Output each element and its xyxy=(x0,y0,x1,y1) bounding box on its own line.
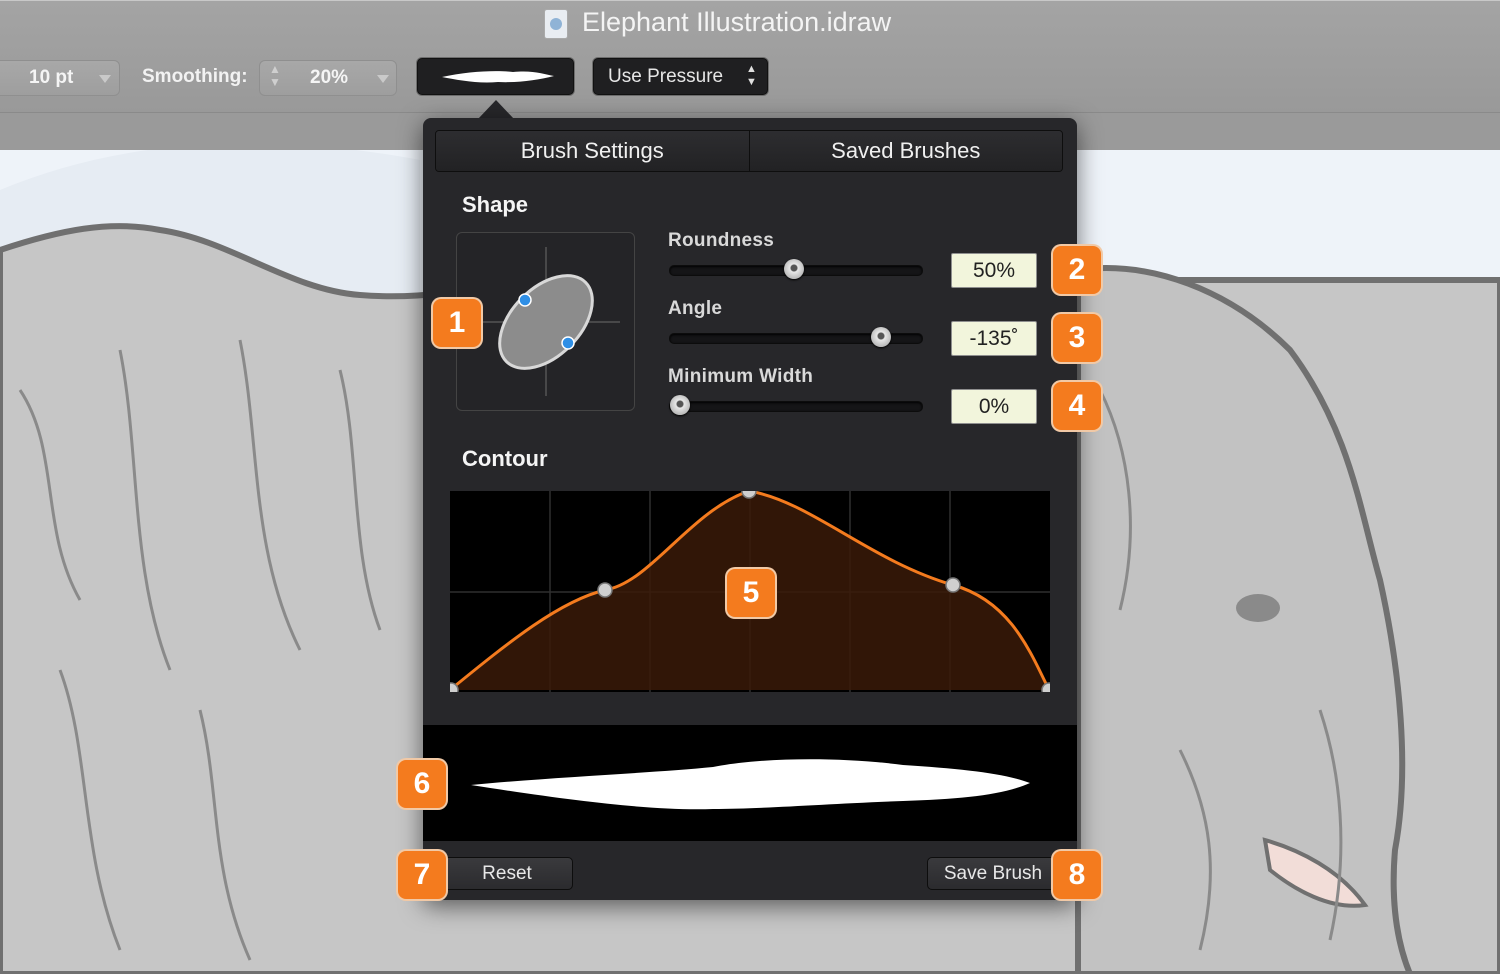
pressure-label: Use Pressure xyxy=(608,66,724,87)
brush-stroke-preview xyxy=(423,725,1077,841)
callout-badge-6: 6 xyxy=(398,760,446,808)
tab-brush-settings[interactable]: Brush Settings xyxy=(436,131,749,171)
callout-badge-4: 4 xyxy=(1053,382,1101,430)
roundness-label: Roundness xyxy=(668,230,775,251)
brush-settings-popover: Brush Settings Saved Brushes Shape Round… xyxy=(423,118,1077,900)
contour-point xyxy=(597,582,613,598)
pressure-select[interactable]: Use Pressure ▲ ▼ xyxy=(593,58,768,95)
angle-slider-knob[interactable] xyxy=(871,327,891,347)
callout-badge-1: 1 xyxy=(433,299,481,347)
angle-label: Angle xyxy=(668,298,723,319)
brush-picker-button[interactable] xyxy=(417,58,574,95)
tab-saved-brushes[interactable]: Saved Brushes xyxy=(748,131,1062,171)
title-bar: Elephant Illustration.idraw 10 pt Smooth… xyxy=(0,0,1500,113)
document-icon xyxy=(545,10,567,38)
chevron-down-icon xyxy=(377,75,389,83)
roundness-slider-knob[interactable] xyxy=(784,259,804,279)
contour-point xyxy=(945,577,961,593)
shape-heading: Shape xyxy=(462,192,529,217)
minimum-width-slider[interactable] xyxy=(669,401,923,412)
save-brush-button[interactable]: Save Brush xyxy=(927,857,1059,890)
brush-size-value: 10 pt xyxy=(29,67,74,88)
contour-heading: Contour xyxy=(462,446,548,471)
stepper-icon[interactable]: ▲ ▼ xyxy=(269,63,281,89)
angle-handle xyxy=(561,336,575,350)
reset-button[interactable]: Reset xyxy=(441,857,573,890)
minimum-width-slider-knob[interactable] xyxy=(670,395,690,415)
brush-stroke-preview-graphic xyxy=(471,759,1030,810)
up-down-arrows-icon: ▲ ▼ xyxy=(746,63,757,88)
shape-ellipse-graphic xyxy=(471,247,620,396)
window-title: Elephant Illustration.idraw xyxy=(582,7,892,37)
callout-badge-3: 3 xyxy=(1053,314,1101,362)
callout-badge-5: 5 xyxy=(727,569,775,617)
callout-badge-2: 2 xyxy=(1053,246,1101,294)
callout-badge-8: 8 xyxy=(1053,851,1101,899)
contour-point xyxy=(741,483,757,499)
callout-badge-7: 7 xyxy=(398,851,446,899)
minimum-width-value-field[interactable]: 0% xyxy=(951,389,1037,424)
shape-editor[interactable] xyxy=(456,232,635,411)
roundness-handle xyxy=(518,293,532,307)
chevron-down-icon xyxy=(99,75,111,83)
tab-bar: Brush Settings Saved Brushes xyxy=(435,130,1063,172)
minimum-width-label: Minimum Width xyxy=(668,366,814,387)
popover-arrow xyxy=(478,100,514,119)
roundness-value-field[interactable]: 50% xyxy=(951,253,1037,288)
brush-stroke-icon xyxy=(442,71,554,83)
smoothing-field[interactable]: ▲ ▼ 20% xyxy=(259,60,397,96)
smoothing-value: 20% xyxy=(310,67,349,88)
angle-value-field[interactable]: -135˚ xyxy=(951,321,1037,356)
brush-size-field[interactable]: 10 pt xyxy=(0,60,120,96)
smoothing-label: Smoothing: xyxy=(142,66,248,87)
